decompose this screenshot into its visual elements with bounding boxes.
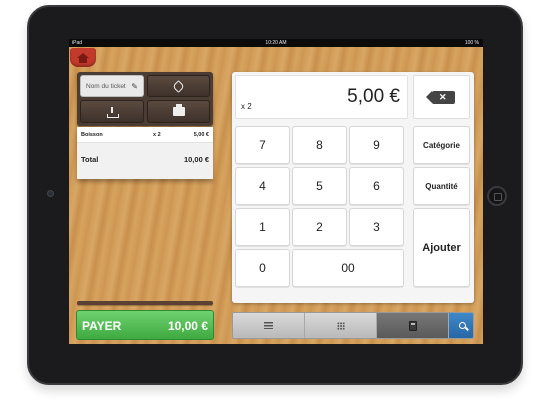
key-7[interactable]: 7 [235, 126, 290, 164]
download-icon [107, 106, 119, 118]
print-button[interactable] [147, 100, 210, 123]
key-9[interactable]: 9 [349, 126, 404, 164]
pay-button[interactable]: PAYER 10,00 € [76, 310, 214, 340]
key-5[interactable]: 5 [292, 167, 347, 205]
hardware-home-button[interactable] [487, 186, 507, 206]
ticket-name-field[interactable]: Nom du ticket ✎ [80, 75, 144, 97]
backspace-button[interactable] [413, 75, 470, 119]
divider [77, 301, 213, 305]
pay-amount: 10,00 € [167, 319, 208, 333]
calculator-tab[interactable] [377, 313, 449, 338]
list-view-tab[interactable] [233, 313, 305, 338]
backspace-icon [426, 90, 455, 104]
ticket-line-price: 5,00 € [193, 132, 209, 138]
display-amount: 5,00 € [347, 86, 400, 107]
ticket-line-name: Boisson [81, 132, 103, 138]
tag-icon [172, 79, 185, 93]
home-icon [77, 52, 89, 63]
quantite-button[interactable]: Quantité [413, 167, 470, 205]
key-0[interactable]: 0 [235, 249, 290, 287]
bottom-nav [232, 312, 474, 339]
key-3[interactable]: 3 [349, 208, 404, 246]
camera [47, 190, 54, 197]
grid-icon [336, 321, 345, 330]
save-ticket-button[interactable] [80, 100, 144, 123]
ticket-panel: Boisson x 2 5,00 € Total 10,00 € [77, 127, 213, 179]
search-icon [458, 322, 466, 329]
ticket-line-qty: x 2 [153, 132, 161, 138]
pencil-icon: ✎ [131, 82, 138, 91]
ticket-total: Total 10,00 € [77, 143, 213, 179]
status-time: 10:20 AM [265, 40, 287, 46]
key-8[interactable]: 8 [292, 126, 347, 164]
key-6[interactable]: 6 [349, 167, 404, 205]
search-tab[interactable] [449, 313, 473, 338]
key-00[interactable]: 00 [292, 249, 404, 287]
total-label: Total [81, 155, 99, 164]
keypad-panel: x 2 5,00 € 7 8 9 Catégorie 4 5 6 Quantit… [232, 72, 474, 303]
display-quantity: x 2 [241, 102, 252, 111]
app-screen: iPad 10:20 AM 100 % Nom du ticket ✎ Bois… [69, 39, 483, 344]
home-button[interactable] [70, 48, 96, 67]
printer-icon [172, 104, 185, 116]
tag-button[interactable] [147, 75, 210, 97]
list-icon [264, 322, 273, 329]
status-bar: iPad 10:20 AM 100 % [69, 39, 483, 47]
pay-label: PAYER [82, 319, 122, 333]
categorie-button[interactable]: Catégorie [413, 126, 470, 164]
amount-display: x 2 5,00 € [235, 75, 408, 119]
grid-view-tab[interactable] [305, 313, 377, 338]
key-1[interactable]: 1 [235, 208, 290, 246]
calculator-icon [408, 320, 417, 331]
ticket-name-placeholder: Nom du ticket [86, 82, 126, 90]
total-value: 10,00 € [183, 155, 209, 164]
ajouter-button[interactable]: Ajouter [413, 208, 470, 287]
status-battery: 100 % [464, 40, 479, 46]
key-2[interactable]: 2 [292, 208, 347, 246]
ticket-toolbar: Nom du ticket ✎ [77, 72, 213, 126]
key-4[interactable]: 4 [235, 167, 290, 205]
ticket-line[interactable]: Boisson x 2 5,00 € [77, 127, 213, 143]
